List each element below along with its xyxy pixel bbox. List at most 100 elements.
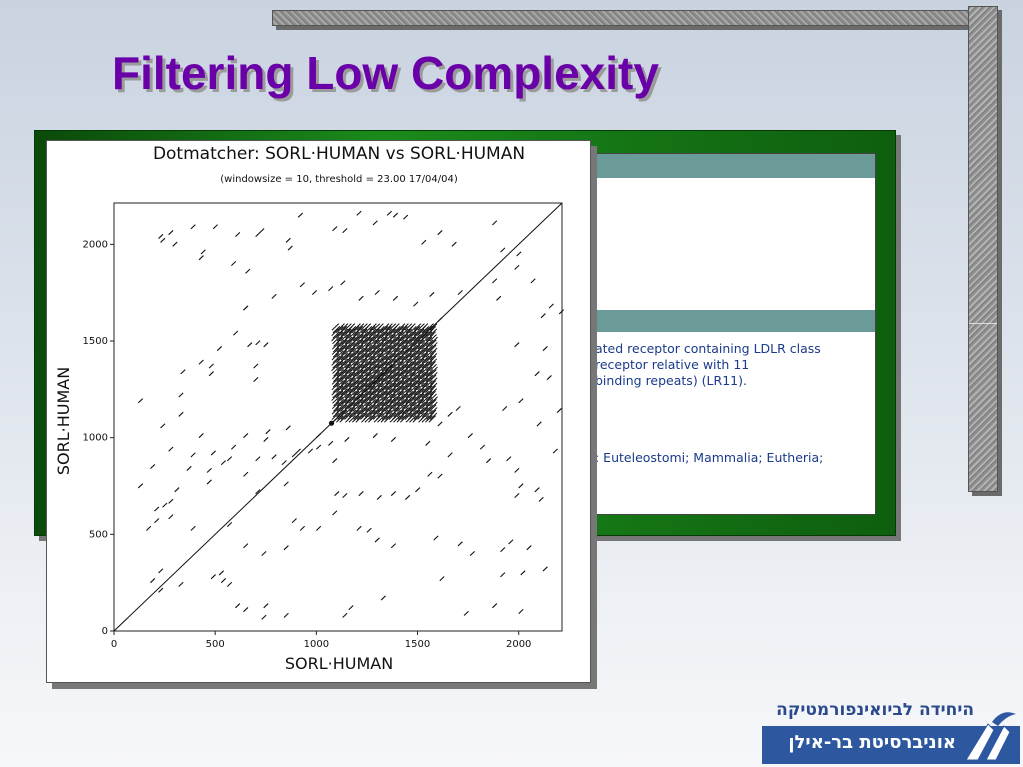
match-segment [287,245,293,251]
match-segment [291,518,297,524]
match-segment [502,405,508,412]
match-segment [390,436,397,442]
match-segment [212,224,218,230]
match-segment [243,433,249,439]
match-segment [342,612,348,618]
decorative-top-bar [272,10,994,26]
match-segment [530,278,536,284]
chart-title: Dotmatcher: SORL·HUMAN vs SORL·HUMAN [153,144,525,164]
match-segment [253,363,259,369]
match-segment [467,433,473,439]
match-segment [210,574,216,580]
match-segment [334,491,340,497]
match-segment [340,280,346,286]
match-segment [283,545,289,551]
match-segment [265,429,271,435]
university-logo: היחידה לביואינפורמטיקה אוניברסיטת בר-איל… [762,698,1020,767]
match-segment [255,456,261,462]
match-segment [342,492,348,499]
match-segment [518,398,524,404]
match-segment [137,483,144,489]
match-segment [235,603,241,609]
description-line: ated receptor containing LDLR class [595,341,821,356]
match-segment [226,581,233,587]
match-segment [198,255,204,261]
match-segment [390,543,397,549]
match-segment [220,578,227,584]
logo-unit-name: היחידה לביואינפורמטיקה [776,700,974,720]
entry-header-bar [595,154,875,178]
match-segment [514,342,520,348]
match-segment [520,570,526,576]
match-segment [285,425,291,431]
dotplot-chart: Dotmatcher: SORL·HUMAN vs SORL·HUMAN (wi… [54,144,564,673]
match-segment [348,605,354,611]
match-segment [283,612,289,618]
match-segment [492,603,498,609]
match-segment [263,436,269,442]
description-line: receptor relative with 11 [595,357,750,372]
match-segment [437,317,443,323]
description-text: ated receptor containing LDLR class rece… [595,341,875,389]
match-segment [492,220,498,226]
match-segment [332,510,338,516]
match-segment [137,398,144,404]
y-tick-label: 0 [102,626,108,637]
match-segment [243,607,249,613]
y-axis-label: SORL·HUMAN [54,367,73,475]
match-segment [514,467,520,473]
match-segment [247,342,253,348]
match-segment [500,247,506,253]
match-segment [447,452,453,458]
match-segment [516,251,522,257]
match-segment [230,444,237,450]
match-segment [198,433,204,439]
match-segment [168,230,174,236]
match-segment [342,228,348,234]
match-segment [285,237,291,243]
match-segment [233,330,239,336]
decorative-side-bar [968,6,998,492]
match-segment [506,456,512,462]
x-tick-label: 2000 [506,639,531,650]
match-segment [299,525,305,531]
dotplot-card: Dotmatcher: SORL·HUMAN vs SORL·HUMAN (wi… [46,140,591,683]
match-segment [243,471,249,477]
x-axis-label: SORL·HUMAN [285,654,393,673]
match-segment [291,452,297,458]
match-segment [220,460,227,466]
match-segment [514,492,520,499]
match-segment [500,547,506,553]
match-segment [271,293,277,299]
match-segment [315,444,322,450]
match-segment [479,444,486,450]
match-segment [437,421,443,427]
slide-title: Filtering Low Complexity [112,47,659,99]
match-segment [226,521,233,528]
match-segment [437,230,443,236]
match-segment [158,587,164,593]
match-segment [145,525,152,531]
match-segment [150,463,156,470]
match-segment [230,260,237,267]
x-tick-label: 500 [206,639,225,650]
match-segment [328,286,334,292]
match-segment [439,576,445,582]
match-segment [392,212,399,218]
x-tick-label: 0 [111,639,117,650]
match-segment [433,535,439,541]
repeat-segment [363,323,372,331]
match-segment [283,481,289,487]
low-complexity-block [331,323,438,423]
match-segment [427,471,433,477]
match-segment [386,210,393,216]
match-segment [168,514,174,520]
match-segment [271,454,277,460]
y-tick-label: 1500 [83,336,108,347]
match-segment [514,264,520,270]
match-segment [356,525,362,531]
match-segment [218,570,225,576]
match-segment [186,465,192,471]
y-tick-label: 2000 [83,239,108,250]
match-segment [160,423,166,429]
